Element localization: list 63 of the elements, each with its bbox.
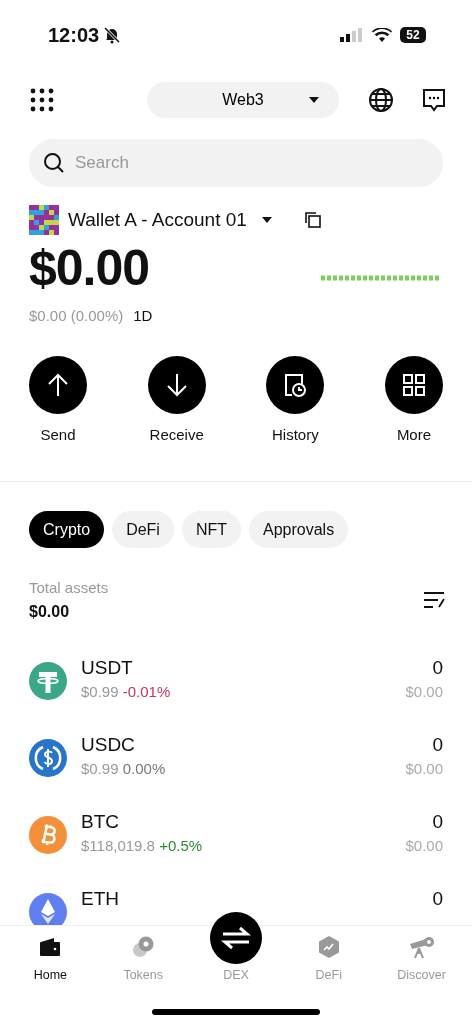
battery-level: 52 <box>400 27 426 43</box>
account-avatar <box>29 205 59 235</box>
balance-change: $0.00 (0.00%) <box>29 307 124 324</box>
action-label: History <box>271 426 319 443</box>
search-field[interactable]: Search <box>29 139 443 187</box>
total-balance: $0.00 <box>29 239 150 297</box>
chat-icon[interactable] <box>422 88 446 112</box>
caret-icon <box>309 97 319 103</box>
wallet-tab[interactable]: Home <box>4 926 97 982</box>
token-value: $0.00 <box>405 837 443 854</box>
bitcoin-logo-icon <box>29 816 67 854</box>
up-arrow-icon <box>47 373 69 397</box>
search-icon <box>43 152 65 174</box>
token-symbol: BTC <box>81 811 120 833</box>
token-value: $0.00 <box>405 683 443 700</box>
token-amount: 0 <box>432 888 443 910</box>
telescope-icon <box>408 935 435 959</box>
copy-icon[interactable] <box>304 212 321 228</box>
token-amount: 0 <box>431 661 443 679</box>
price-change: 0.00% <box>122 760 166 777</box>
price-change: -0.01% <box>122 683 171 700</box>
action-label: Send <box>40 426 76 443</box>
signal-icon <box>340 28 364 42</box>
token-price: $118,019.8 <box>81 837 155 854</box>
history-button[interactable] <box>266 356 325 414</box>
token-amount: 0 <box>431 811 443 833</box>
coins-icon <box>132 936 155 958</box>
filter-tab[interactable]: DeFi <box>112 511 174 548</box>
action-label: Receive <box>149 426 204 443</box>
period-selector[interactable]: 1D <box>133 307 153 324</box>
action-label: More <box>396 426 432 443</box>
hexagon-icon <box>317 935 340 959</box>
down-arrow-icon <box>165 373 188 397</box>
token-amount: 0 <box>431 734 443 756</box>
history-icon <box>284 373 307 397</box>
token-symbol: USDT <box>81 661 134 679</box>
account-name[interactable]: Wallet A - Account 01 <box>68 209 247 231</box>
muted-bell-icon <box>103 26 122 44</box>
usdc-logo-icon <box>29 739 67 777</box>
wallet-icon <box>39 937 62 957</box>
caret-icon[interactable] <box>261 217 272 223</box>
total-assets-value: $0.00 <box>29 603 71 621</box>
receive-button[interactable] <box>147 356 206 414</box>
token-value: $0.00 <box>405 760 443 777</box>
sort-icon[interactable] <box>423 591 445 609</box>
send-button[interactable] <box>29 356 87 414</box>
wifi-icon <box>372 27 392 43</box>
token-symbol: ETH <box>81 888 120 910</box>
grid-icon <box>402 374 425 396</box>
apps-menu-icon[interactable] <box>30 88 54 112</box>
filter-tab[interactable]: Crypto <box>29 511 105 548</box>
filter-tab[interactable]: Approvals <box>249 511 349 548</box>
globe-icon[interactable] <box>368 87 394 113</box>
network-selector[interactable]: Web3 <box>147 82 339 118</box>
token-symbol: USDC <box>81 734 136 756</box>
more-button[interactable] <box>384 356 443 414</box>
token-price: $0.99 <box>81 760 119 777</box>
tether-logo-icon <box>29 662 67 700</box>
price-change: +0.5% <box>159 837 203 854</box>
filter-tab[interactable]: NFT <box>181 511 241 548</box>
token-price: $0.99 <box>81 683 119 700</box>
total-assets-label: Total assets <box>29 579 109 596</box>
clock-time: 12:03 <box>48 23 100 47</box>
